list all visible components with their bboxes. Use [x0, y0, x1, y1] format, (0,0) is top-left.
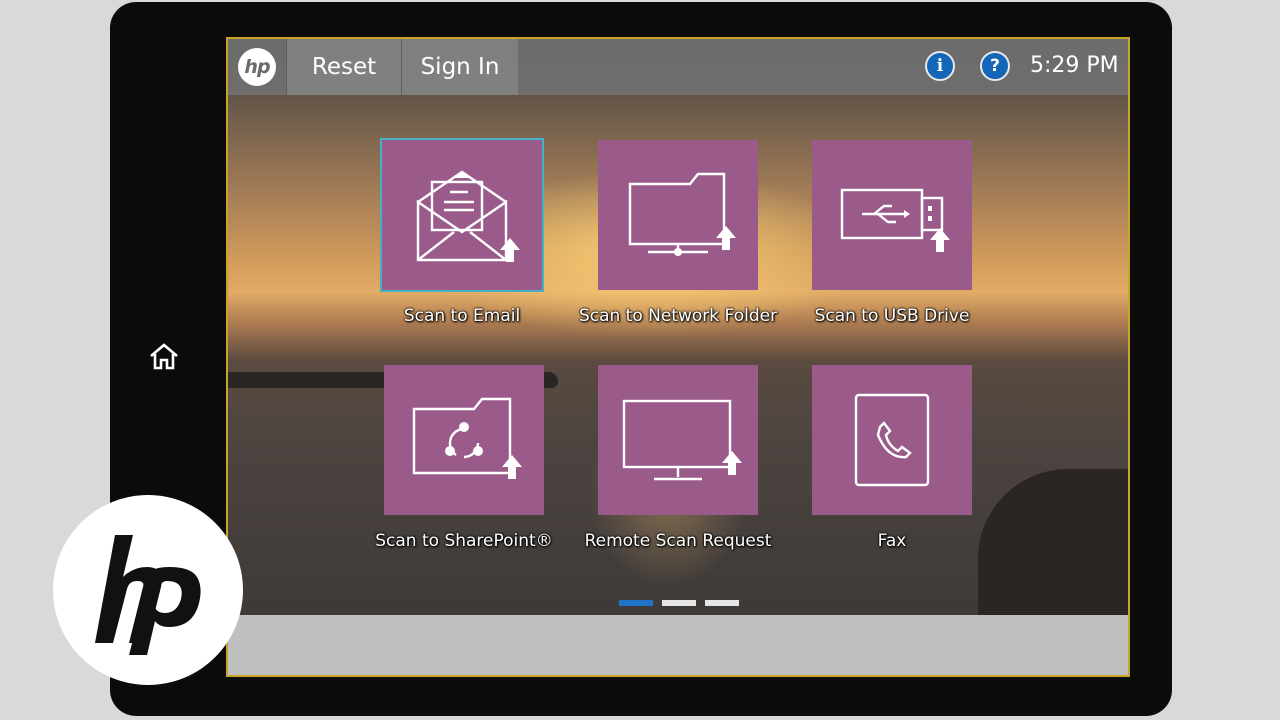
help-icon[interactable]: ?	[980, 51, 1010, 81]
hp-logo-button[interactable]: hp	[228, 39, 286, 95]
page-dot-2[interactable]	[662, 600, 696, 606]
hp-logo: hp	[238, 48, 276, 86]
remote-scan-request-tile[interactable]	[598, 365, 758, 515]
home-button[interactable]	[146, 338, 182, 374]
info-icon[interactable]: i	[925, 51, 955, 81]
usb-drive-upload-icon	[840, 188, 950, 252]
reset-button[interactable]: Reset	[286, 39, 401, 95]
remote-scan-request-label: Remote Scan Request	[584, 531, 772, 551]
scan-to-sharepoint-tile[interactable]	[384, 365, 544, 515]
scan-to-network-folder-tile[interactable]	[598, 140, 758, 290]
scan-to-usb-drive-tile[interactable]	[812, 140, 972, 290]
scan-to-email-tile[interactable]	[380, 138, 544, 292]
scan-to-sharepoint-label: Scan to SharePoint®	[375, 531, 553, 551]
touch-screen: hp Reset Sign In i ? 5:29 PM Scan to Ema…	[226, 37, 1130, 677]
envelope-upload-icon	[416, 170, 520, 262]
phone-icon	[854, 393, 930, 487]
network-folder-upload-icon	[628, 172, 736, 256]
scan-to-email-label: Scan to Email	[403, 306, 521, 326]
page-dot-1[interactable]	[619, 600, 653, 606]
scan-to-usb-drive-label: Scan to USB Drive	[814, 306, 970, 326]
fax-tile[interactable]	[812, 365, 972, 515]
sunset-wallpaper	[228, 39, 1128, 629]
fax-label: Fax	[877, 531, 907, 551]
sign-in-button[interactable]: Sign In	[401, 39, 518, 95]
clock: 5:29 PM	[1030, 53, 1119, 78]
page-indicator	[619, 600, 739, 608]
hp-watermark-logo	[53, 495, 243, 685]
scan-to-network-folder-label: Scan to Network Folder	[578, 306, 778, 326]
monitor-upload-icon	[622, 399, 742, 481]
page-dot-3[interactable]	[705, 600, 739, 606]
hp-logo-icon	[95, 535, 201, 655]
home-icon	[150, 343, 178, 370]
bottom-status-area	[228, 615, 1128, 675]
top-bar: hp Reset Sign In i ? 5:29 PM	[228, 39, 1128, 95]
sharepoint-folder-upload-icon	[412, 397, 522, 479]
